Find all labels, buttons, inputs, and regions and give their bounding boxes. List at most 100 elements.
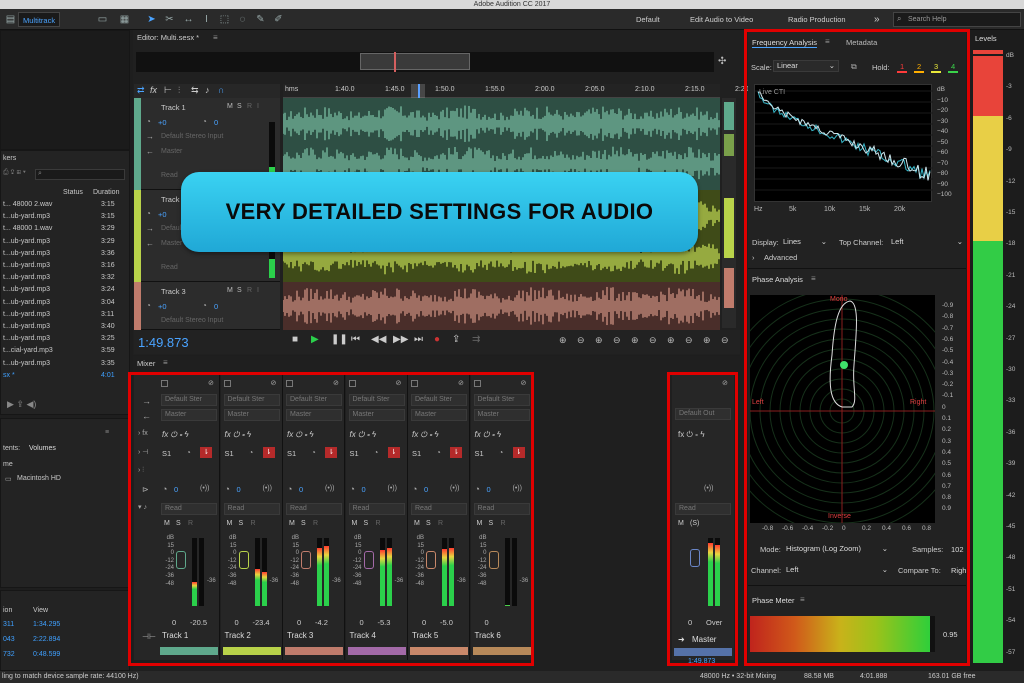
workspace-radio-production[interactable]: Radio Production <box>784 12 850 27</box>
view-start[interactable]: 1:34.295 <box>33 621 60 628</box>
send-icon[interactable]: ⊢ <box>164 85 172 96</box>
volumes-tab[interactable]: Volumes <box>29 445 56 452</box>
rewind-button[interactable]: ◀◀ <box>371 334 386 345</box>
file-name[interactable]: t...ub-yard.mp3 <box>3 299 50 306</box>
file-name[interactable]: t... 48000 1.wav <box>3 225 52 232</box>
go-start-button[interactable]: ⏮ <box>351 334 360 345</box>
file-name[interactable]: sx * <box>3 372 15 379</box>
headphone-icon[interactable]: ∩ <box>218 85 224 95</box>
file-name[interactable]: t...ub-yard.mp3 <box>3 311 50 318</box>
track3-chip[interactable] <box>724 268 734 308</box>
marquee-icon[interactable]: ⬚ <box>218 13 231 26</box>
selection-start[interactable]: 043 <box>3 636 15 643</box>
file-name[interactable]: t...ub-yard.mp3 <box>3 213 50 220</box>
zoom-navigator-handle[interactable] <box>360 53 470 70</box>
files-toolbar-icons[interactable]: ⎙ ⇪ ⊞ ▾ <box>3 169 26 177</box>
volume-knob-icon[interactable]: ◔ <box>146 209 151 218</box>
file-name[interactable]: t...ub-yard.mp3 <box>3 250 50 257</box>
editor-menu-icon[interactable]: ≡ <box>213 33 218 42</box>
workspace-default[interactable]: Default <box>632 12 664 27</box>
track1b-chip[interactable] <box>724 134 734 156</box>
track1-chip[interactable] <box>724 102 734 130</box>
track-mode[interactable]: Read <box>161 172 178 179</box>
zoom-icon[interactable]: ⊖ <box>721 335 729 346</box>
track-mode[interactable]: Read <box>161 264 178 271</box>
automation-icon[interactable]: ♪ <box>205 85 210 95</box>
waveform-view-icon[interactable]: ▤ <box>4 13 17 26</box>
play-button[interactable]: ▶ <box>311 334 319 345</box>
view-start[interactable]: 0:48.599 <box>33 651 60 658</box>
mixer-menu-icon[interactable]: ≡ <box>163 358 168 367</box>
track-pan[interactable]: 0 <box>214 302 218 311</box>
track2-chip[interactable] <box>724 198 734 258</box>
monitor-button[interactable]: I <box>257 103 259 110</box>
stop-button[interactable]: ■ <box>292 334 298 345</box>
file-name[interactable]: t... 48000 2.wav <box>3 201 52 208</box>
loop-playback-button[interactable]: ⇪ <box>452 334 460 345</box>
mute-button[interactable]: M <box>227 103 233 110</box>
track-name[interactable]: Track 3 <box>161 287 186 296</box>
solo-button[interactable]: S <box>237 103 242 110</box>
record-button[interactable]: ● <box>434 334 440 345</box>
track-vol[interactable]: +0 <box>158 118 167 127</box>
file-name[interactable]: t...cial-yard.mp3 <box>3 347 53 354</box>
view-start[interactable]: 2:22.894 <box>33 636 60 643</box>
mute-button[interactable]: M <box>227 287 233 294</box>
fx-icon[interactable]: fx <box>150 85 157 95</box>
track-vol[interactable]: +0 <box>158 210 167 219</box>
search-help-input[interactable]: Search Help <box>893 12 1021 27</box>
panel-menu-icon[interactable]: ≡ <box>105 429 109 436</box>
spectral-view-icon[interactable]: ▦ <box>118 13 131 26</box>
track-input[interactable]: Default Stereo Input <box>161 317 223 324</box>
io-icon[interactable]: ⇆ <box>191 85 199 96</box>
time-select-icon[interactable]: I <box>200 13 213 26</box>
zoom-icon[interactable]: ⊖ <box>649 335 657 346</box>
pin-icon[interactable]: ✣ <box>718 56 726 67</box>
pause-button[interactable]: ❚❚ <box>331 334 348 345</box>
selection-start[interactable]: 311 <box>3 621 14 628</box>
forward-button[interactable]: ▶▶ <box>393 334 408 345</box>
spot-heal-icon[interactable]: ✐ <box>272 13 285 26</box>
zoom-icon[interactable]: ⊖ <box>613 335 621 346</box>
volume-item[interactable]: Macintosh HD <box>17 475 61 482</box>
more-workspaces-button[interactable]: » <box>870 12 884 27</box>
record-arm-button[interactable]: R <box>247 103 252 110</box>
track-input[interactable]: Default Stereo Input <box>161 133 223 140</box>
files-search-input[interactable]: ⌕ <box>35 169 125 180</box>
track-output[interactable]: Master <box>161 148 182 155</box>
transport-mini-icons[interactable]: ▶ ⇪ ◀) <box>7 399 36 410</box>
track-name[interactable]: Track 1 <box>161 103 186 112</box>
solo-button[interactable]: S <box>237 287 242 294</box>
file-name[interactable]: t...ub-yard.mp3 <box>3 238 50 245</box>
eq-icon[interactable]: ⫶ <box>178 85 180 96</box>
lasso-icon[interactable]: ◌ <box>236 13 249 26</box>
volume-knob-icon[interactable]: ◔ <box>146 301 151 310</box>
multitrack-tab[interactable]: Multitrack <box>18 12 61 27</box>
time-ruler[interactable]: hms 1:40.0 1:45.0 1:50.0 1:55.0 2:00.0 2:05.0… <box>283 84 754 98</box>
slip-tool-icon[interactable]: ↔ <box>182 13 195 26</box>
razor-tool-icon[interactable]: ✂ <box>163 13 176 26</box>
zoom-icon[interactable]: ⊖ <box>685 335 693 346</box>
monitor-button[interactable]: I <box>257 287 259 294</box>
pan-knob-icon[interactable]: ◔ <box>202 117 207 126</box>
pan-knob-icon[interactable]: ◔ <box>202 301 207 310</box>
zoom-icon[interactable]: ⊖ <box>577 335 585 346</box>
zoom-icon[interactable]: ⊕ <box>559 335 567 346</box>
overview-bar[interactable] <box>136 52 714 72</box>
loop-icon[interactable]: ⇄ <box>137 85 145 96</box>
skip-button[interactable]: ⇉ <box>472 334 480 345</box>
file-name[interactable]: t...ub-yard.mp3 <box>3 335 50 342</box>
file-name[interactable]: t...ub-yard.mp3 <box>3 360 50 367</box>
brush-icon[interactable]: ✎ <box>254 13 267 26</box>
track-pan[interactable]: 0 <box>214 118 218 127</box>
track-clip[interactable] <box>282 282 720 330</box>
selection-start[interactable]: 732 <box>3 651 15 658</box>
zoom-icon[interactable]: ⊕ <box>667 335 675 346</box>
go-end-button[interactable]: ⏭ <box>414 334 423 345</box>
levels-clip-indicator[interactable] <box>973 50 1003 54</box>
workspace-edit-audio-video[interactable]: Edit Audio to Video <box>686 12 757 27</box>
record-arm-button[interactable]: R <box>247 287 252 294</box>
file-name[interactable]: t...ub-yard.mp3 <box>3 323 50 330</box>
track-output[interactable]: Master <box>161 240 182 247</box>
file-name[interactable]: t...ub-yard.mp3 <box>3 286 50 293</box>
